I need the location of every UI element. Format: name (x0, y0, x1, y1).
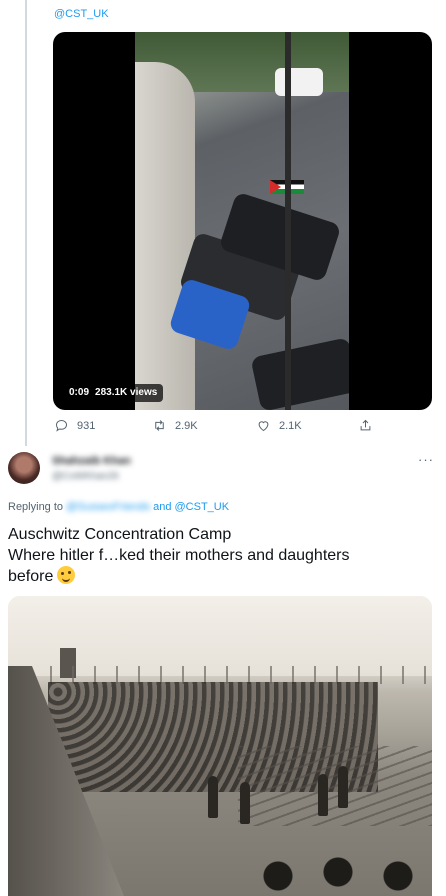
tweet-video-player[interactable]: 0:09 283.1K views (53, 32, 432, 410)
winking-face-icon (57, 566, 76, 584)
author-handle[interactable]: @CoWKhan26 (52, 471, 119, 482)
avatar[interactable] (8, 452, 40, 484)
replying-to-line: Replying to @SussexFriends and @CST_UK (8, 501, 229, 513)
reply-icon (55, 419, 68, 432)
replying-and: and (153, 501, 172, 513)
more-icon[interactable]: ··· (418, 452, 434, 467)
share-icon (360, 419, 371, 431)
retweet-icon (155, 420, 164, 431)
replying-handle-blurred[interactable]: @SussexFriends (66, 501, 150, 513)
reply-button[interactable]: 931 (54, 418, 95, 433)
share-button[interactable] (358, 418, 373, 433)
video-duration: 0:09 (69, 387, 90, 398)
retweet-button[interactable]: 2.9K (152, 418, 198, 433)
tweet-text: Auschwitz Concentration Camp Where hitle… (8, 524, 418, 587)
video-frame (135, 32, 349, 410)
mention-link[interactable]: @CST_UK (54, 8, 109, 20)
tweet-text-line: Where hitler f…ked their mothers and dau… (8, 547, 350, 564)
tweet-text-line: Auschwitz Concentration Camp (8, 526, 232, 543)
tweet-photo[interactable] (8, 596, 432, 896)
like-button[interactable]: 2.1K (256, 418, 302, 433)
replying-handle[interactable]: @CST_UK (175, 501, 230, 513)
replying-prefix: Replying to (8, 501, 64, 513)
heart-icon (258, 421, 269, 432)
tweet-actions-bar: 931 2.9K 2.1K (54, 418, 384, 436)
author-name[interactable]: Shahzaib Khan (52, 455, 131, 467)
retweet-count: 2.9K (175, 419, 198, 432)
like-count: 2.1K (279, 419, 302, 432)
reply-count: 931 (77, 419, 96, 432)
thread-connector-line (25, 0, 27, 446)
tweet-text-line-last: before (8, 566, 418, 587)
video-views: 283.1K views (95, 387, 158, 398)
video-stats-badge: 0:09 283.1K views (63, 384, 164, 402)
